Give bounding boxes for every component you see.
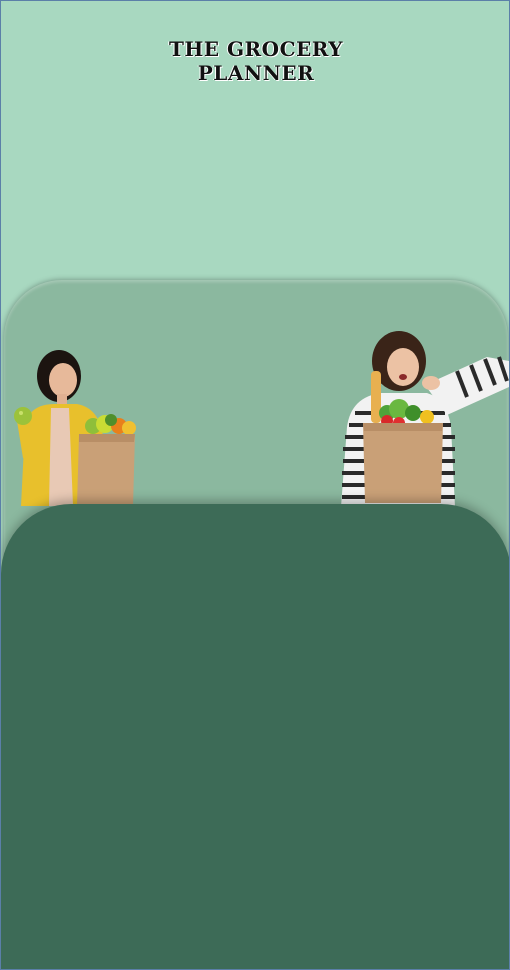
- grocery-woman-left-illustration: [14, 350, 136, 506]
- grocery-woman-right-image: [337, 327, 509, 507]
- app-title-line1: THE GROCERY: [168, 37, 344, 61]
- grocery-woman-right-illustration: [341, 331, 509, 507]
- app-title-line2: PLANNER: [197, 61, 315, 85]
- bottom-sheet: [1, 504, 509, 969]
- app-screen: THE GROCERY PLANNER: [0, 0, 510, 970]
- app-title: THE GROCERY PLANNER: [1, 37, 509, 85]
- grocery-woman-left-image: [7, 346, 152, 506]
